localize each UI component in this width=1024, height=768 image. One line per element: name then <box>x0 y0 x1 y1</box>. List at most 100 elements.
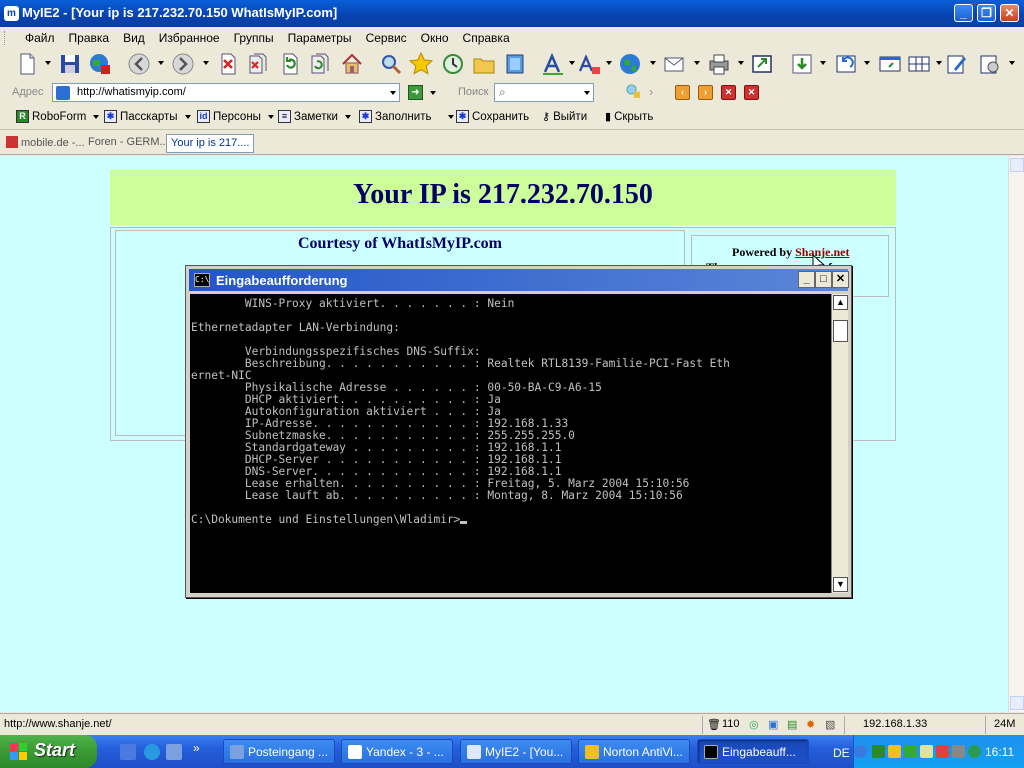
search-input[interactable]: ⌕ <box>494 83 594 102</box>
console-prompt[interactable]: C:\Dokumente und Einstellungen\Wladimir> <box>191 513 460 526</box>
media-icon[interactable] <box>502 51 528 77</box>
go-dropdown-icon[interactable] <box>430 91 436 95</box>
address-input[interactable]: http://whatismyip.com/ <box>52 83 400 102</box>
menu-options[interactable]: Параметры <box>281 31 359 45</box>
scroll-down-icon[interactable] <box>1010 696 1024 710</box>
proxy-icon[interactable]: ▤ <box>787 718 797 731</box>
folder-icon[interactable] <box>471 51 497 77</box>
tray-expand-icon[interactable] <box>854 745 867 758</box>
tab-your-ip[interactable]: Your ip is 217.... <box>166 134 255 153</box>
task-myie2[interactable]: MyIE2 - [You... <box>460 739 572 764</box>
console-close-button[interactable]: ✕ <box>832 271 849 288</box>
menu-window[interactable]: Окно <box>414 31 456 45</box>
menu-help[interactable]: Справка <box>456 31 517 45</box>
window-title-bar[interactable]: m MyIE2 - [Your ip is 217.232.70.150 Wha… <box>0 0 1024 27</box>
quicklaunch-outlook-icon[interactable] <box>166 744 182 760</box>
refresh-all-icon[interactable] <box>307 51 333 77</box>
search-engine-icon[interactable] <box>623 81 643 101</box>
quicklaunch-desktop-icon[interactable] <box>120 744 136 760</box>
console-scrollbar[interactable]: ▲ ▼ <box>831 294 848 593</box>
menu-view[interactable]: Вид <box>116 31 152 45</box>
menu-favorites[interactable]: Избранное <box>152 31 227 45</box>
tab-mobile-de[interactable]: mobile.de -... <box>2 134 89 153</box>
save-forms-button[interactable]: ✱ Сохранить <box>456 110 529 123</box>
close-button[interactable]: ✕ <box>1000 4 1019 22</box>
tray-alert-icon[interactable] <box>936 745 949 758</box>
task-eingabeaufforderung[interactable]: Eingabeauff... <box>697 739 809 764</box>
stop-all-icon[interactable] <box>245 51 271 77</box>
search-next-icon[interactable]: › <box>649 84 653 99</box>
save-page-globe-icon[interactable] <box>87 51 113 77</box>
hide-toolbar-button[interactable]: ▮ Скрыть <box>605 110 653 124</box>
console-scroll-down-icon[interactable]: ▼ <box>833 577 848 592</box>
close-all-tabs-icon[interactable]: ✕ <box>744 85 759 100</box>
go-button[interactable]: ➜ <box>408 85 423 100</box>
tray-network-icon[interactable] <box>872 745 885 758</box>
mail-icon[interactable] <box>662 51 688 77</box>
clock[interactable]: 16:11 <box>985 745 1014 759</box>
undo-close-icon[interactable] <box>833 51 859 77</box>
minimize-button[interactable]: _ <box>954 4 973 22</box>
window-layout-icon[interactable] <box>877 51 903 77</box>
menu-groups[interactable]: Группы <box>227 31 281 45</box>
tab-foren-germ[interactable]: Foren - GERM... <box>84 134 173 153</box>
task-norton[interactable]: Norton AntiVi... <box>578 739 690 764</box>
search-icon[interactable] <box>378 51 404 77</box>
quicklaunch-more-icon[interactable]: » <box>193 741 200 755</box>
encoding-icon[interactable] <box>577 51 603 77</box>
download-status-icon[interactable]: ▣ <box>768 718 778 731</box>
print-icon[interactable] <box>706 51 732 77</box>
console-title-bar[interactable]: C:\ Eingabeaufforderung _ □ ✕ <box>189 269 849 291</box>
restore-button[interactable]: ❐ <box>977 4 996 22</box>
start-button[interactable]: Start <box>0 735 97 768</box>
fullscreen-icon[interactable] <box>749 51 775 77</box>
favorites-star-icon[interactable] <box>408 51 434 77</box>
images-icon[interactable]: ▧ <box>825 718 835 731</box>
fill-forms-menu[interactable]: ✱ Заполнить <box>359 110 455 123</box>
console-screen[interactable]: WINS-Proxy aktiviert. . . . . . . : Nein… <box>190 294 831 593</box>
language-indicator[interactable]: DE <box>833 746 850 760</box>
refresh-icon[interactable] <box>277 51 303 77</box>
console-icon[interactable]: C:\ <box>194 273 210 287</box>
home-icon[interactable] <box>339 51 365 77</box>
tray-norton-icon[interactable] <box>888 745 901 758</box>
popup-blocker-icon[interactable]: ◎ <box>749 718 759 731</box>
prev-tab-icon[interactable]: ‹ <box>675 85 690 100</box>
menu-file[interactable]: Файл <box>18 31 62 45</box>
quicklaunch-ie-icon[interactable] <box>144 744 160 760</box>
web-globe-icon[interactable] <box>617 51 643 77</box>
identities-menu[interactable]: id Персоны <box>197 110 274 123</box>
console-maximize-button[interactable]: □ <box>815 271 832 288</box>
task-yandex[interactable]: Yandex - 3 - ... <box>341 739 453 764</box>
stop-icon[interactable] <box>215 51 241 77</box>
roboform-menu[interactable]: R RoboForm <box>16 110 100 123</box>
task-posteingang[interactable]: Posteingang ... <box>223 739 335 764</box>
page-scrollbar[interactable] <box>1008 156 1024 712</box>
tray-globe-icon[interactable] <box>968 745 981 758</box>
console-scroll-up-icon[interactable]: ▲ <box>833 295 848 310</box>
edit-page-icon[interactable] <box>944 51 970 77</box>
close-tab-icon[interactable]: ✕ <box>721 85 736 100</box>
tray-messenger-icon[interactable] <box>904 745 917 758</box>
tile-windows-icon[interactable] <box>906 51 932 77</box>
menu-edit[interactable]: Правка <box>62 31 117 45</box>
search-dropdown-icon[interactable] <box>584 91 590 95</box>
trash-icon[interactable]: 🗑 <box>707 718 721 731</box>
passcards-menu[interactable]: ✱ Пасскарты <box>104 110 191 123</box>
notes-menu[interactable]: ≡ Заметки <box>278 110 351 123</box>
scroll-up-icon[interactable] <box>1010 158 1024 172</box>
download-icon[interactable] <box>789 51 815 77</box>
back-icon[interactable] <box>126 51 152 77</box>
myie2-app-icon[interactable]: m <box>4 6 19 21</box>
logoff-button[interactable]: ⚷ Выйти <box>542 110 587 124</box>
tray-drive-icon[interactable] <box>920 745 933 758</box>
forward-icon[interactable] <box>170 51 196 77</box>
command-prompt-window[interactable]: C:\ Eingabeaufforderung _ □ ✕ WINS-Proxy… <box>185 265 852 598</box>
address-dropdown-icon[interactable] <box>390 91 396 95</box>
menu-tools[interactable]: Сервис <box>359 31 414 45</box>
settings-gear-icon[interactable]: ✹ <box>806 718 815 731</box>
save-icon[interactable] <box>57 51 83 77</box>
new-window-icon[interactable] <box>14 51 40 77</box>
tray-volume-icon[interactable] <box>952 745 965 758</box>
options-icon[interactable] <box>977 51 1003 77</box>
